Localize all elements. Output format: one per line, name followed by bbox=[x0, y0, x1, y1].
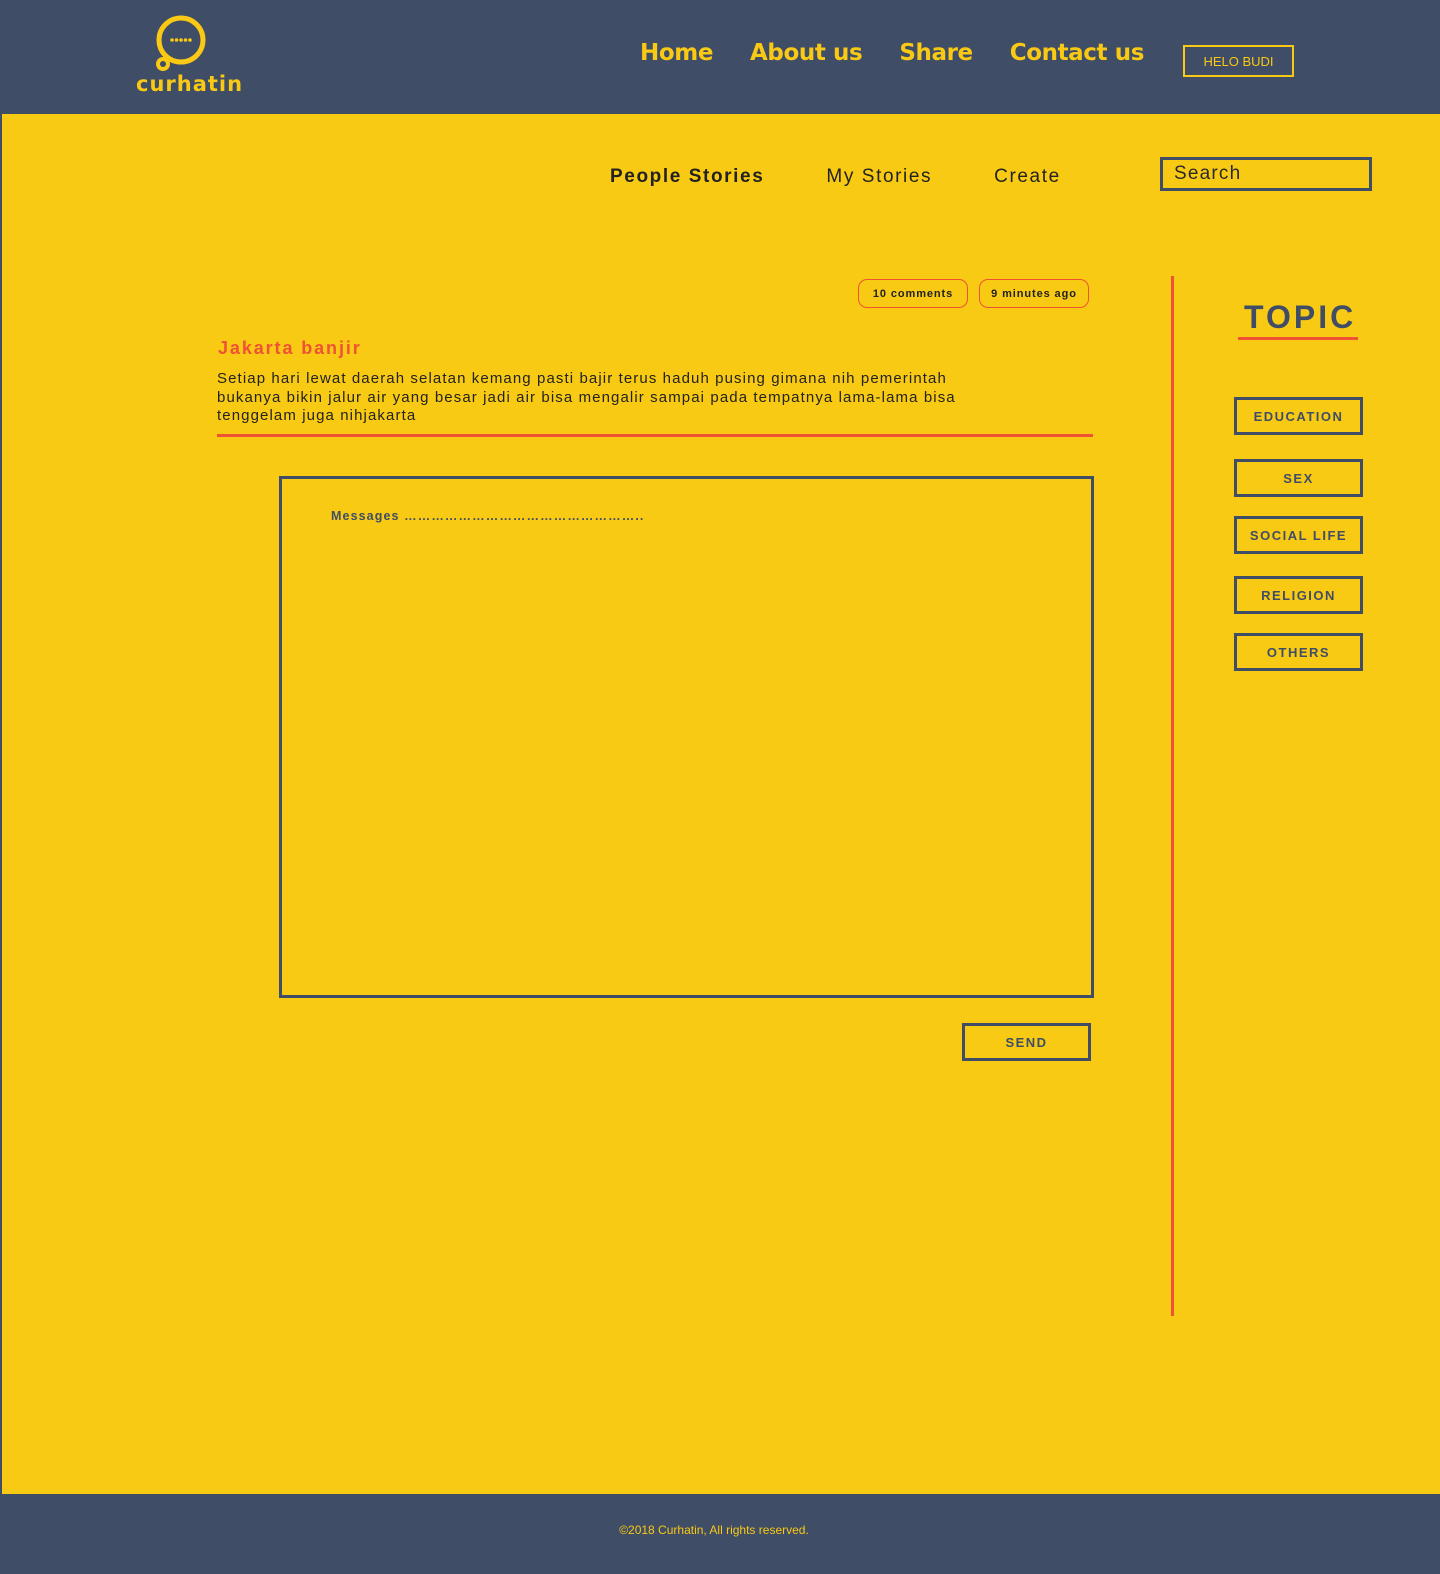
copyright-text: ©2018 Curhatin, All rights reserved. bbox=[619, 1523, 809, 1537]
topic-education-button[interactable]: EDUCATION bbox=[1234, 397, 1363, 435]
nav-contact-us[interactable]: Contact us bbox=[1010, 40, 1145, 66]
comments-count-badge[interactable]: 10 comments bbox=[858, 279, 968, 308]
brand-logo[interactable]: curhatin bbox=[136, 14, 244, 100]
chat-bubble-icon bbox=[156, 15, 206, 71]
send-button[interactable]: SEND bbox=[962, 1023, 1091, 1061]
main-content: People Stories My Stories Create Search … bbox=[2, 114, 1440, 1494]
nav-home[interactable]: Home bbox=[640, 40, 713, 66]
topic-religion-button[interactable]: RELIGION bbox=[1234, 576, 1363, 614]
topic-sex-button[interactable]: SEX bbox=[1234, 459, 1363, 497]
message-placeholder: Messages …………………………………………….. bbox=[331, 509, 645, 523]
sidebar-divider bbox=[1171, 276, 1174, 1316]
story-tabs: People Stories My Stories Create bbox=[610, 166, 1123, 188]
tab-my-stories[interactable]: My Stories bbox=[826, 166, 932, 188]
story-title: Jakarta banjir bbox=[218, 338, 362, 358]
topic-others-button[interactable]: OTHERS bbox=[1234, 633, 1363, 671]
search-input[interactable]: Search bbox=[1160, 157, 1372, 191]
user-menu-button[interactable]: HELO BUDI bbox=[1183, 45, 1294, 77]
site-footer: ©2018 Curhatin, All rights reserved. bbox=[0, 1494, 1440, 1574]
nav-about-us[interactable]: About us bbox=[750, 40, 863, 66]
story-divider bbox=[217, 434, 1093, 437]
topic-heading: TOPIC bbox=[1244, 299, 1357, 335]
tab-people-stories[interactable]: People Stories bbox=[610, 166, 764, 188]
message-textarea[interactable]: Messages …………………………………………….. bbox=[279, 476, 1094, 998]
timestamp-badge: 9 minutes ago bbox=[979, 279, 1089, 308]
main-nav: Home About us Share Contact us bbox=[640, 40, 1181, 66]
nav-share[interactable]: Share bbox=[899, 40, 973, 66]
story-body: Setiap hari lewat daerah selatan kemang … bbox=[217, 370, 956, 424]
topic-social-life-button[interactable]: SOCIAL LIFE bbox=[1234, 516, 1363, 554]
topic-underline bbox=[1238, 337, 1358, 340]
tab-create[interactable]: Create bbox=[994, 166, 1061, 188]
site-header: curhatin Home About us Share Contact us … bbox=[0, 0, 1440, 114]
brand-name: curhatin bbox=[136, 72, 244, 96]
